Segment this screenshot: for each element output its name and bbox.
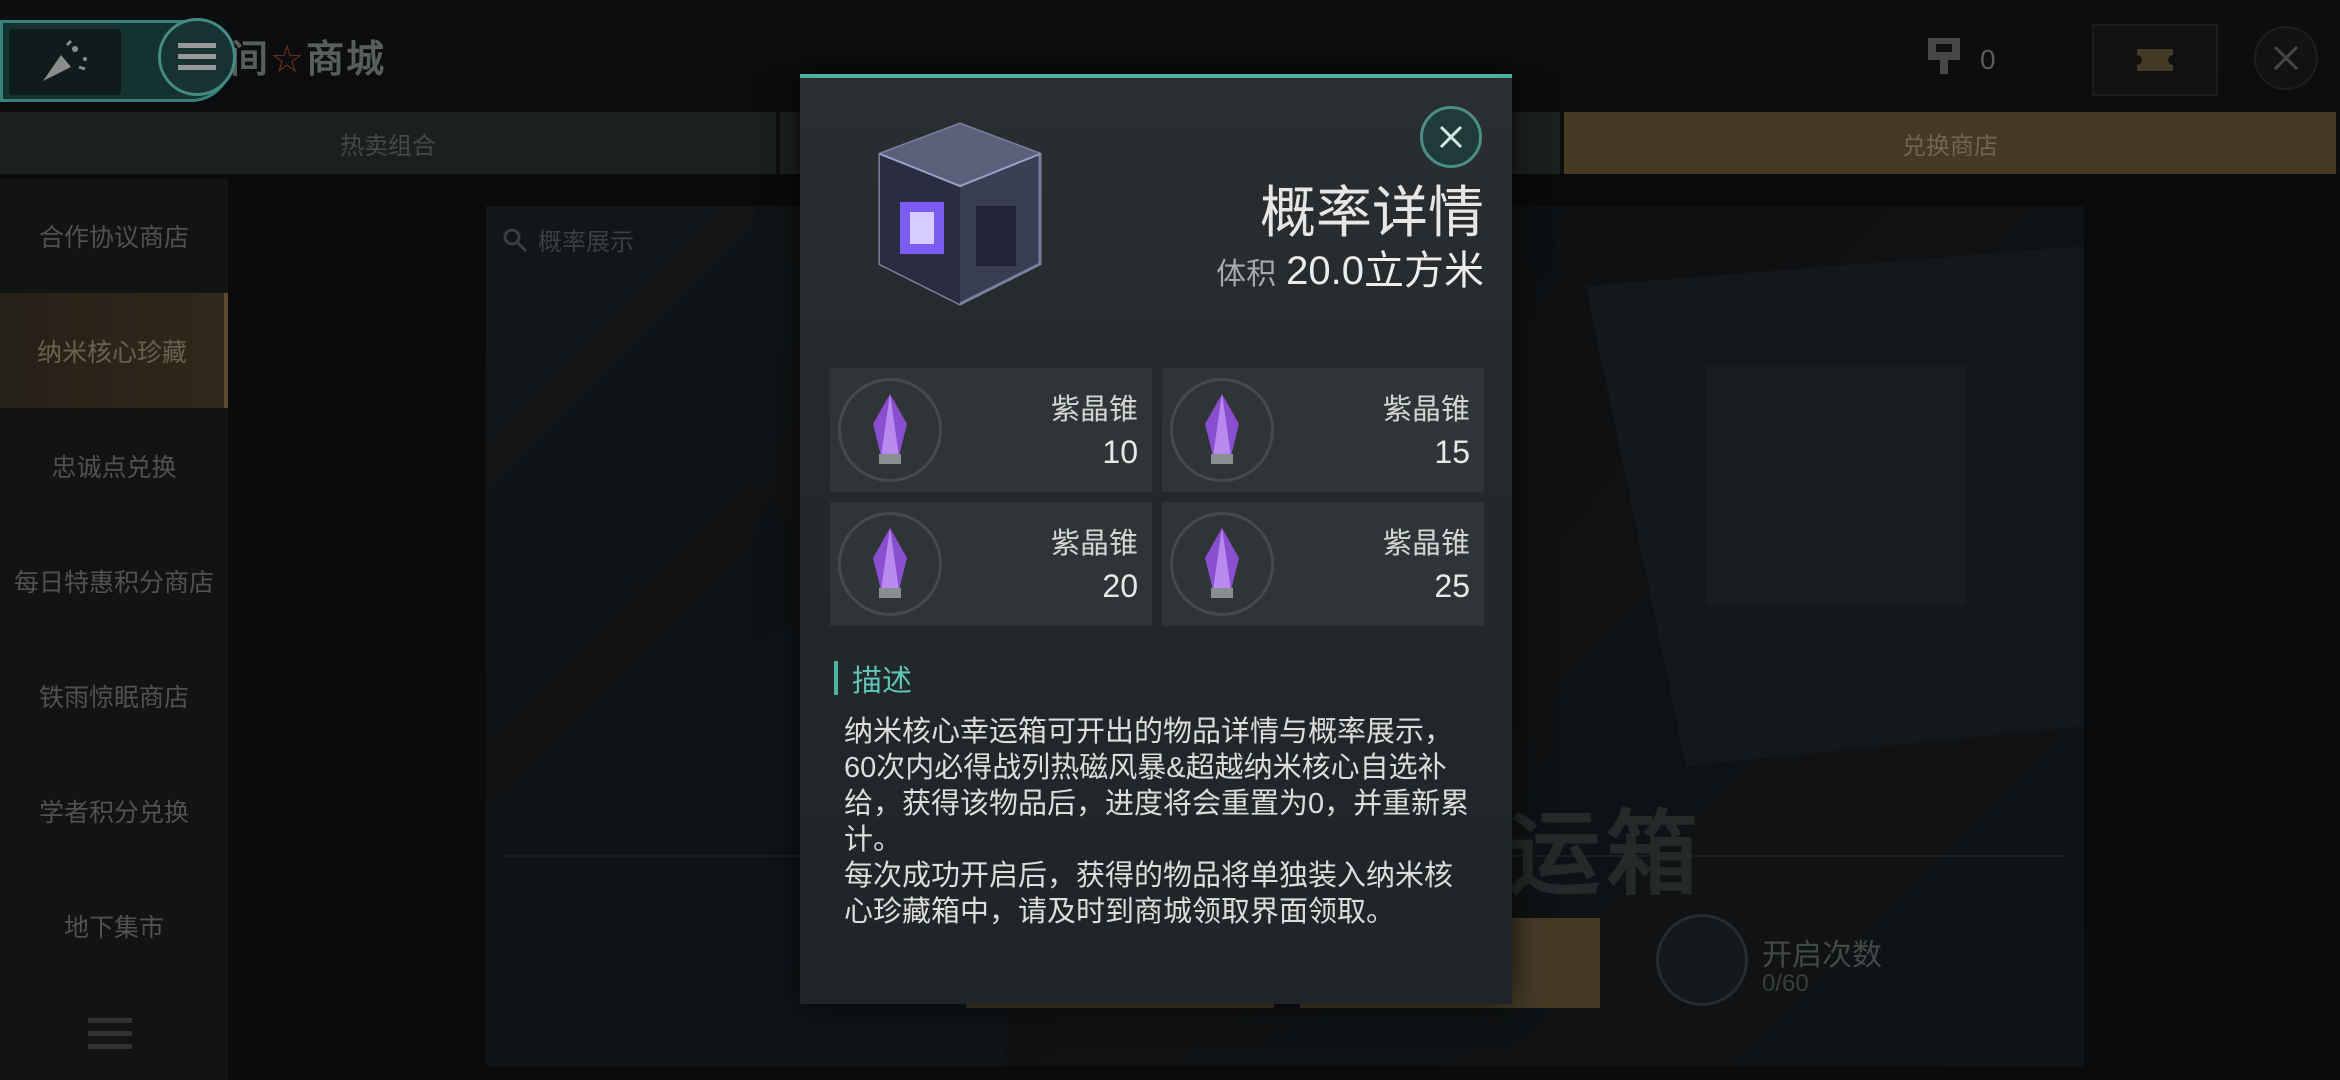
crystal-icon <box>1170 378 1274 482</box>
close-icon <box>1439 125 1463 149</box>
reward-name: 紫晶锥 <box>1050 528 1138 560</box>
reward-name: 紫晶锥 <box>1382 394 1470 426</box>
nano-core-box-icon <box>860 114 1060 319</box>
reward-item[interactable]: 紫晶锥 20 <box>830 502 1152 626</box>
crystal-icon <box>1170 512 1274 616</box>
reward-item[interactable]: 紫晶锥 25 <box>1162 502 1484 626</box>
modal-close-button[interactable] <box>1420 106 1482 168</box>
heading-accent-bar <box>834 661 838 695</box>
reward-item[interactable]: 紫晶锥 15 <box>1162 368 1484 492</box>
reward-name: 紫晶锥 <box>1382 528 1470 560</box>
probability-modal: 概率详情 体积 20.0立方米 紫晶锥 10 紫晶锥 15 紫晶锥 20 紫晶锥… <box>800 74 1512 1004</box>
reward-quantity: 25 <box>1434 568 1470 604</box>
description-text: 纳米核心幸运箱可开出的物品详情与概率展示，60次内必得战列热磁风暴&超越纳米核心… <box>844 714 1474 930</box>
description-heading: 描述 <box>834 656 912 700</box>
crystal-icon <box>838 512 942 616</box>
description-paragraph: 纳米核心幸运箱可开出的物品详情与概率展示，60次内必得战列热磁风暴&超越纳米核心… <box>844 716 1470 856</box>
reward-item[interactable]: 紫晶锥 10 <box>830 368 1152 492</box>
modal-title: 概率详情 <box>1260 181 1484 244</box>
reward-quantity: 20 <box>1102 568 1138 604</box>
reward-quantity: 10 <box>1102 434 1138 470</box>
reward-name: 紫晶锥 <box>1050 394 1138 426</box>
description-heading-text: 描述 <box>852 665 912 698</box>
description-paragraph: 每次成功开启后，获得的物品将单独装入纳米核心珍藏箱中，请及时到商城领取界面领取。 <box>844 860 1454 928</box>
volume-value: 20.0立方米 <box>1286 249 1484 293</box>
volume-info: 体积 20.0立方米 <box>1216 238 1484 296</box>
volume-label: 体积 <box>1216 258 1277 291</box>
reward-grid: 紫晶锥 10 紫晶锥 15 紫晶锥 20 紫晶锥 25 <box>830 368 1484 626</box>
crystal-icon <box>838 378 942 482</box>
reward-quantity: 15 <box>1434 434 1470 470</box>
